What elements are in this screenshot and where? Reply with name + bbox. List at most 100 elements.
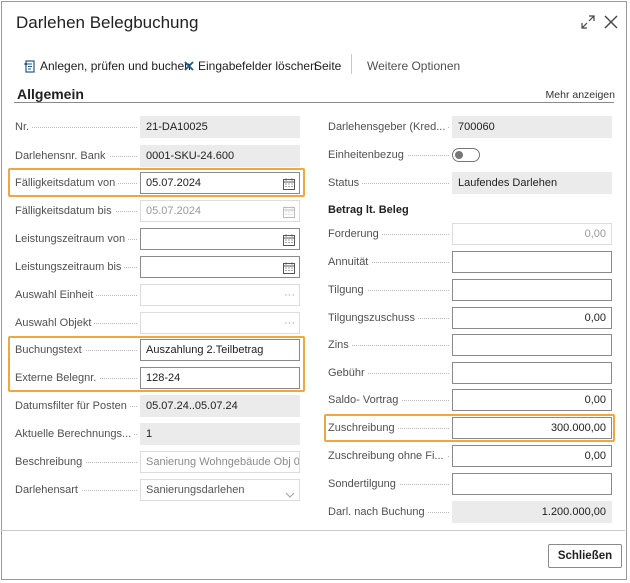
value-claim: 0,00 (452, 223, 612, 245)
value-status: Laufendes Darlehen (452, 172, 612, 194)
clear-fields-label: Eingabefelder löschen (198, 59, 317, 73)
label-status: Status (328, 177, 363, 189)
group-amount-title: Betrag lt. Beleg (328, 204, 409, 216)
footer-divider (1, 530, 625, 531)
loan-type-select: Sanierungsdarlehen (140, 479, 300, 501)
field-loan-after: Darl. nach Buchung 1.200.000,00 (328, 501, 613, 523)
label-repayment: Tilgung (328, 284, 367, 296)
field-nr: Nr. 21-DA10025 (15, 116, 301, 138)
label-description: Beschreibung (15, 456, 86, 468)
balance-carry-input[interactable]: 0,00 (452, 389, 612, 411)
object-lookup-input[interactable]: ··· (140, 312, 300, 334)
repay-grant-input[interactable]: 0,00 (452, 307, 612, 329)
due-to-value: 05.07.2024 (146, 205, 202, 217)
label-annuity: Annuität (328, 256, 372, 268)
label-bank-nr: Darlehensnr. Bank (15, 150, 109, 162)
calendar-icon[interactable] (283, 233, 295, 249)
field-period-from: Leistungszeitraum von (15, 228, 301, 250)
label-ext-doc: Externe Belegnr. (15, 372, 100, 384)
toolbar-separator (351, 54, 352, 74)
field-period-to: Leistungszeitraum bis (15, 256, 301, 278)
period-to-input[interactable] (140, 256, 300, 278)
close-button[interactable]: Schließen (548, 544, 622, 568)
special-repay-input[interactable] (452, 473, 612, 495)
field-unit: Auswahl Einheit ··· (15, 284, 301, 306)
ellipsis-icon[interactable]: ··· (284, 313, 295, 333)
label-unit-ref: Einheitenbezug (328, 149, 407, 161)
fee-input[interactable] (452, 362, 612, 384)
loan-type-value: Sanierungsdarlehen (146, 484, 245, 496)
label-lender: Darlehensgeber (Kred... (328, 121, 449, 133)
clear-fields-button[interactable]: Eingabefelder löschen (184, 57, 317, 75)
appreciation-wo-input[interactable]: 0,00 (452, 445, 612, 467)
field-appreciation-wo: Zuschreibung ohne Fi... 0,00 (328, 445, 613, 467)
label-calc-no: Aktuelle Berechnungs... (15, 428, 135, 440)
unit-ref-toggle[interactable] (452, 148, 480, 162)
action-bar: Anlegen, prüfen und buchen Eingabefelder… (16, 54, 612, 76)
field-object: Auswahl Objekt ··· (15, 312, 301, 334)
label-repay-grant: Tilgungszuschuss (328, 312, 419, 324)
post-document-icon (24, 59, 36, 73)
description-input: Sanierung Wohngebäude Obj 001 (140, 451, 300, 473)
label-period-to: Leistungszeitraum bis (15, 261, 125, 273)
field-fee: Gebühr (328, 362, 613, 384)
value-calc-no: 1 (140, 423, 300, 445)
group-amount-header: Betrag lt. Beleg (328, 199, 613, 221)
period-from-input[interactable] (140, 228, 300, 250)
field-lender: Darlehensgeber (Kred... 700060 (328, 116, 613, 138)
field-interest: Zins (328, 334, 613, 356)
value-loan-after: 1.200.000,00 (452, 501, 612, 523)
label-appreciation-wo: Zuschreibung ohne Fi... (328, 450, 447, 462)
section-divider (14, 102, 614, 103)
field-repay-grant: Tilgungszuschuss 0,00 (328, 307, 613, 329)
ellipsis-icon[interactable]: ··· (284, 285, 295, 305)
label-loan-after: Darl. nach Buchung (328, 506, 428, 518)
label-nr: Nr. (15, 121, 33, 133)
due-to-input: 05.07.2024 (140, 200, 300, 222)
unit-lookup-input[interactable]: ··· (140, 284, 300, 306)
close-icon[interactable] (603, 14, 621, 32)
toggle-knob (455, 151, 463, 159)
more-options-button[interactable]: Weitere Optionen (367, 57, 460, 75)
expand-icon[interactable] (580, 14, 598, 32)
label-special-repay: Sondertilgung (328, 478, 399, 490)
more-options-label: Weitere Optionen (367, 59, 461, 73)
field-claim: Forderung 0,00 (328, 223, 613, 245)
field-annuity: Annuität (328, 251, 613, 273)
label-appreciation: Zuschreibung (328, 422, 398, 434)
field-calc-no: Aktuelle Berechnungs... 1 (15, 423, 301, 445)
label-balance-carry: Saldo- Vortrag (328, 394, 402, 406)
label-date-filter: Datumsfilter für Posten (15, 400, 130, 412)
post-button-label: Anlegen, prüfen und buchen (40, 59, 191, 73)
page-menu-button[interactable]: Seite (314, 57, 341, 75)
label-due-to: Fälligkeitsdatum bis (15, 205, 115, 217)
section-title: Allgemein (17, 86, 84, 102)
interest-input[interactable] (452, 334, 612, 356)
value-lender: 700060 (452, 116, 612, 138)
field-special-repay: Sondertilgung (328, 473, 613, 495)
post-button[interactable]: Anlegen, prüfen und buchen (24, 57, 191, 75)
field-repayment: Tilgung (328, 279, 613, 301)
value-bank-nr: 0001-SKU-24.600 (140, 145, 300, 167)
field-date-filter: Datumsfilter für Posten 05.07.24..05.07.… (15, 395, 301, 417)
page-menu-label: Seite (314, 59, 342, 73)
label-due-from: Fälligkeitsdatum von (15, 177, 119, 189)
field-status: Status Laufendes Darlehen (328, 172, 613, 194)
label-claim: Forderung (328, 228, 382, 240)
calendar-icon (283, 205, 295, 221)
field-description: Beschreibung Sanierung Wohngebäude Obj 0… (15, 451, 301, 473)
label-interest: Zins (328, 339, 352, 351)
field-balance-carry: Saldo- Vortrag 0,00 (328, 389, 613, 411)
field-bank-nr: Darlehensnr. Bank 0001-SKU-24.600 (15, 145, 301, 167)
label-posting-text: Buchungstext (15, 344, 85, 356)
calendar-icon[interactable] (283, 261, 295, 277)
annuity-input[interactable] (452, 251, 612, 273)
label-object: Auswahl Objekt (15, 317, 95, 329)
clear-x-icon (184, 61, 194, 71)
field-due-to: Fälligkeitsdatum bis 05.07.2024 (15, 200, 301, 222)
chevron-down-icon (285, 486, 295, 500)
label-unit: Auswahl Einheit (15, 289, 97, 301)
dialog-title: Darlehen Belegbuchung (16, 13, 199, 32)
show-more-link[interactable]: Mehr anzeigen (546, 89, 615, 101)
repayment-input[interactable] (452, 279, 612, 301)
